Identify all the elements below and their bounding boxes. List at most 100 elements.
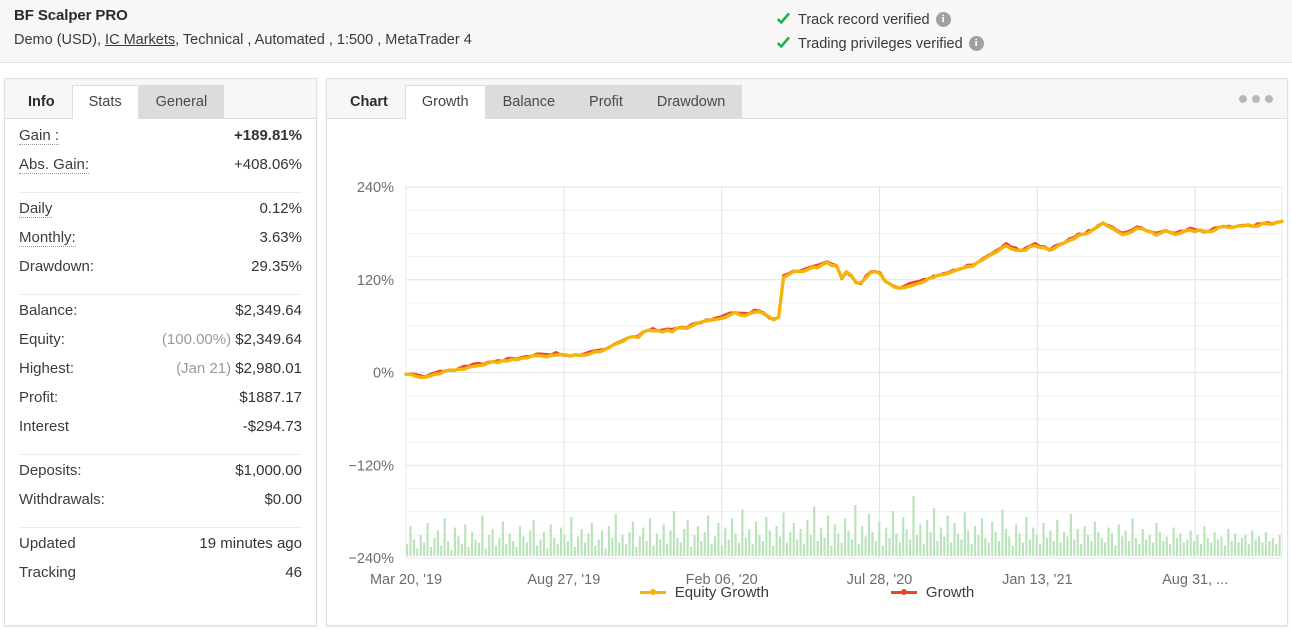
stat-row: Equity: (100.00%) $2,349.64 bbox=[19, 331, 302, 360]
verification-label: Trading privileges verified bbox=[798, 35, 963, 52]
volume-bar bbox=[529, 530, 532, 556]
volume-bar bbox=[450, 550, 453, 556]
volume-bar bbox=[700, 541, 703, 556]
divider bbox=[19, 527, 302, 528]
stat-label[interactable]: Daily bbox=[19, 200, 53, 218]
stat-row: Drawdown: 29.35% bbox=[19, 258, 302, 287]
tab-growth[interactable]: Growth bbox=[404, 85, 486, 119]
volume-bar bbox=[1008, 536, 1011, 556]
volume-bar bbox=[943, 536, 946, 556]
stat-row: Deposits: $1,000.00 bbox=[19, 462, 302, 491]
volume-bar bbox=[498, 538, 501, 556]
info-icon[interactable]: i bbox=[935, 12, 951, 27]
volume-bar bbox=[980, 518, 983, 556]
stat-row: Updated 19 minutes ago bbox=[19, 535, 302, 564]
volume-bar bbox=[932, 508, 936, 556]
volume-bar bbox=[474, 539, 477, 556]
volume-bar bbox=[1093, 521, 1096, 556]
stat-label[interactable]: Gain : bbox=[19, 127, 60, 145]
volume-bar bbox=[1063, 532, 1066, 556]
check-icon bbox=[775, 11, 792, 28]
stat-label: Highest: bbox=[19, 360, 75, 377]
volume-bar bbox=[1169, 544, 1172, 556]
volume-bar bbox=[645, 541, 648, 556]
volume-bar bbox=[974, 526, 977, 556]
volume-bar bbox=[881, 545, 884, 556]
volume-bar bbox=[1124, 530, 1127, 556]
volume-bar bbox=[570, 517, 573, 556]
tab-profit[interactable]: Profit bbox=[572, 85, 640, 118]
volume-bar bbox=[1258, 536, 1261, 556]
volume-bar bbox=[748, 529, 751, 556]
volume-bar bbox=[994, 532, 997, 556]
tab-info[interactable]: Info bbox=[11, 85, 72, 118]
volume-bar bbox=[481, 515, 484, 556]
stat-value: (Jan 21) $2,980.01 bbox=[176, 360, 302, 377]
volume-bar bbox=[765, 517, 768, 556]
volume-bar bbox=[840, 542, 843, 556]
stat-row: Interest -$294.73 bbox=[19, 418, 302, 447]
volume-bar bbox=[813, 506, 816, 556]
volume-bar bbox=[789, 532, 792, 556]
volume-bar bbox=[799, 529, 802, 556]
tab-stats[interactable]: Stats bbox=[71, 85, 139, 119]
tab-general[interactable]: General bbox=[138, 85, 225, 118]
legend-label: Growth bbox=[925, 584, 975, 601]
volume-bar bbox=[1199, 544, 1202, 556]
volume-bar bbox=[1028, 539, 1031, 556]
volume-bar bbox=[727, 539, 730, 556]
stat-value: 19 minutes ago bbox=[199, 535, 302, 552]
legend-item-equity-growth[interactable]: Equity Growth bbox=[639, 584, 769, 601]
volume-bar bbox=[631, 521, 634, 556]
volume-bar bbox=[518, 526, 522, 556]
stat-value: $2,349.64 bbox=[235, 302, 302, 319]
volume-bar bbox=[508, 533, 511, 556]
volume-bar bbox=[970, 544, 973, 556]
volume-bar bbox=[1234, 533, 1237, 556]
volume-bar bbox=[542, 532, 545, 556]
volume-bar bbox=[429, 547, 433, 556]
volume-bar bbox=[426, 523, 429, 556]
volume-bar bbox=[823, 538, 826, 556]
volume-bar bbox=[806, 520, 809, 556]
volume-bar bbox=[1025, 517, 1028, 556]
more-options-icon[interactable] bbox=[1239, 92, 1273, 106]
volume-bar bbox=[1117, 524, 1120, 556]
volume-bar bbox=[1052, 541, 1055, 556]
volume-bar bbox=[1275, 544, 1278, 556]
stat-row: Gain : +189.81% bbox=[19, 127, 302, 156]
volume-bar bbox=[898, 542, 901, 556]
volume-bar bbox=[1203, 526, 1206, 556]
volume-bar bbox=[467, 547, 470, 556]
tab-balance[interactable]: Balance bbox=[485, 85, 573, 118]
volume-bar bbox=[737, 542, 741, 556]
volume-bar bbox=[1056, 520, 1059, 556]
volume-bar bbox=[830, 545, 833, 556]
stat-label[interactable]: Abs. Gain: bbox=[19, 156, 90, 174]
broker-link[interactable]: IC Markets bbox=[105, 32, 175, 48]
divider bbox=[19, 192, 302, 193]
volume-bar bbox=[590, 523, 593, 556]
volume-bar bbox=[484, 548, 487, 556]
tab-chart[interactable]: Chart bbox=[333, 85, 405, 118]
volume-bar bbox=[1179, 533, 1182, 556]
volume-bar bbox=[583, 542, 587, 556]
volume-bar bbox=[731, 518, 734, 556]
volume-bar bbox=[693, 535, 696, 556]
legend-swatch bbox=[890, 589, 917, 595]
volume-bar bbox=[1155, 523, 1158, 556]
legend-item-growth[interactable]: Growth bbox=[890, 584, 975, 601]
stat-label[interactable]: Monthly: bbox=[19, 229, 76, 247]
volume-bar bbox=[409, 526, 412, 556]
tab-drawdown[interactable]: Drawdown bbox=[639, 85, 743, 118]
volume-bar bbox=[1158, 532, 1161, 556]
volume-bar bbox=[638, 536, 641, 556]
info-icon[interactable]: i bbox=[968, 36, 984, 51]
y-axis-tick-label: 240% bbox=[357, 180, 394, 196]
volume-bar bbox=[440, 545, 443, 556]
volume-bar bbox=[1244, 535, 1247, 556]
volume-bar bbox=[888, 538, 891, 556]
chart-tabbar: Chart Growth Balance Profit Drawdown bbox=[327, 79, 1287, 119]
stat-label: Deposits: bbox=[19, 462, 82, 479]
volume-bar bbox=[724, 527, 727, 556]
